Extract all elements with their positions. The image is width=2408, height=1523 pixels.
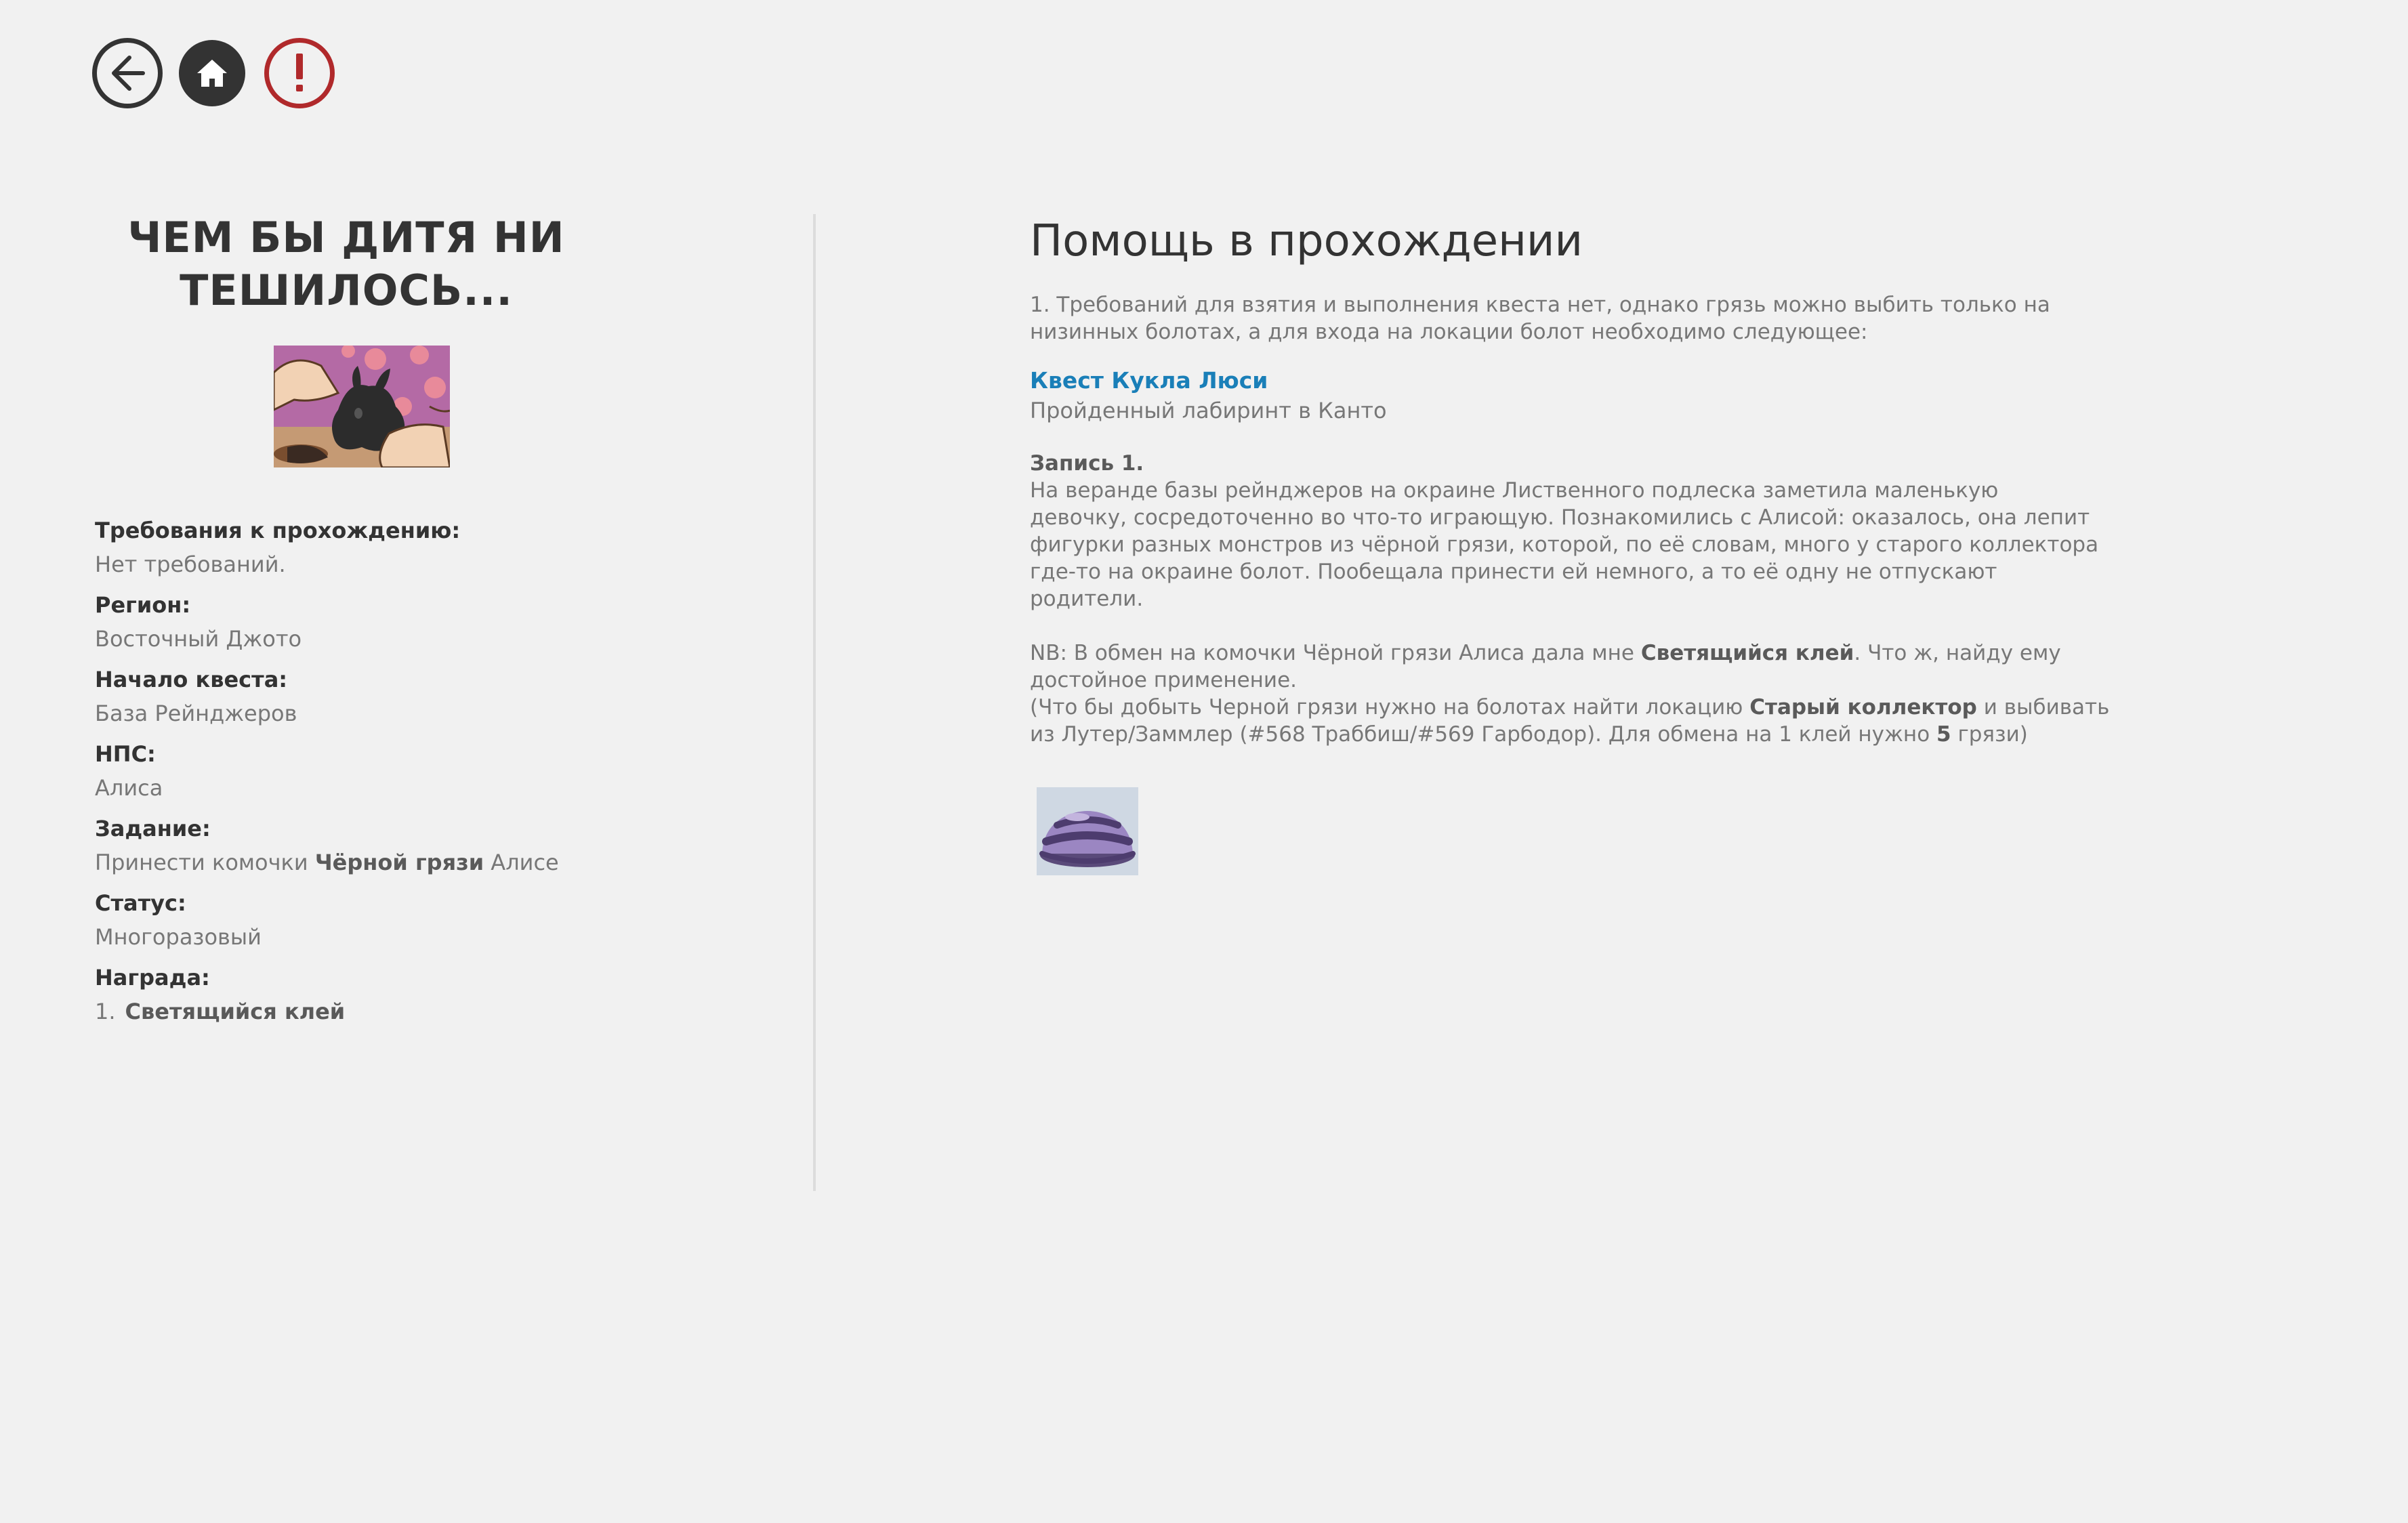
entry-text: На веранде базы рейнджеров на окраине Ли… (1030, 478, 2099, 611)
walkthrough-intro: 1. Требований для взятия и выполнения кв… (1030, 293, 2050, 344)
list-item: 1. Светящийся клей (95, 999, 346, 1024)
quest-title-line-2: ТЕШИЛОСЬ... (180, 266, 513, 315)
nb-text: NB: В обмен на комочки Чёрной грязи Алис… (1030, 641, 2110, 747)
glowing-glue-icon (1037, 787, 1138, 875)
report-button[interactable] (264, 38, 335, 108)
quest-link-lucy-doll[interactable]: Квест Кукла Люси (1030, 366, 1268, 396)
region-value: Восточный Джото (95, 626, 302, 652)
column-divider (813, 214, 816, 1191)
quest-title-line-1: ЧЕМ БЫ ДИТЯ НИ (127, 213, 565, 262)
reward-label: Награда: (95, 965, 210, 990)
quest-start-value: База Рейнджеров (95, 701, 297, 726)
requirement-labyrinth: Пройденный лабиринт в Канто (1030, 398, 1387, 423)
reward-list: 1. Светящийся клей (95, 997, 718, 1026)
npc-value: Алиса (95, 775, 163, 801)
task-label: Задание: (95, 816, 211, 841)
quest-start-label: Начало квеста: (95, 667, 288, 692)
npc-label: НПС: (95, 741, 156, 767)
back-icon (112, 56, 145, 91)
back-button[interactable] (92, 38, 163, 108)
home-button[interactable] (179, 40, 245, 106)
quest-details: Требования к прохождению: Нет требований… (95, 516, 718, 1026)
region-label: Регион: (95, 592, 191, 618)
home-icon (197, 60, 227, 87)
quest-image (274, 346, 450, 467)
requirements-label: Требования к прохождению: (95, 518, 461, 543)
entry-title: Запись 1. (1030, 451, 1144, 476)
walkthrough-title: Помощь в прохождении (1030, 216, 1583, 266)
alert-icon (296, 54, 303, 91)
quest-title: ЧЕМ БЫ ДИТЯ НИ ТЕШИЛОСЬ... (79, 211, 614, 317)
quest-info-column: ЧЕМ БЫ ДИТЯ НИ ТЕШИЛОСЬ... Требования к … (95, 211, 718, 1026)
task-value: Принести комочки Чёрной грязи Алисе (95, 850, 559, 875)
status-label: Статус: (95, 890, 186, 916)
walkthrough-column: Помощь в прохождении 1. Требований для в… (1030, 211, 2141, 875)
top-navigation (92, 38, 335, 108)
status-value: Многоразовый (95, 924, 262, 950)
requirements-value: Нет требований. (95, 551, 286, 577)
